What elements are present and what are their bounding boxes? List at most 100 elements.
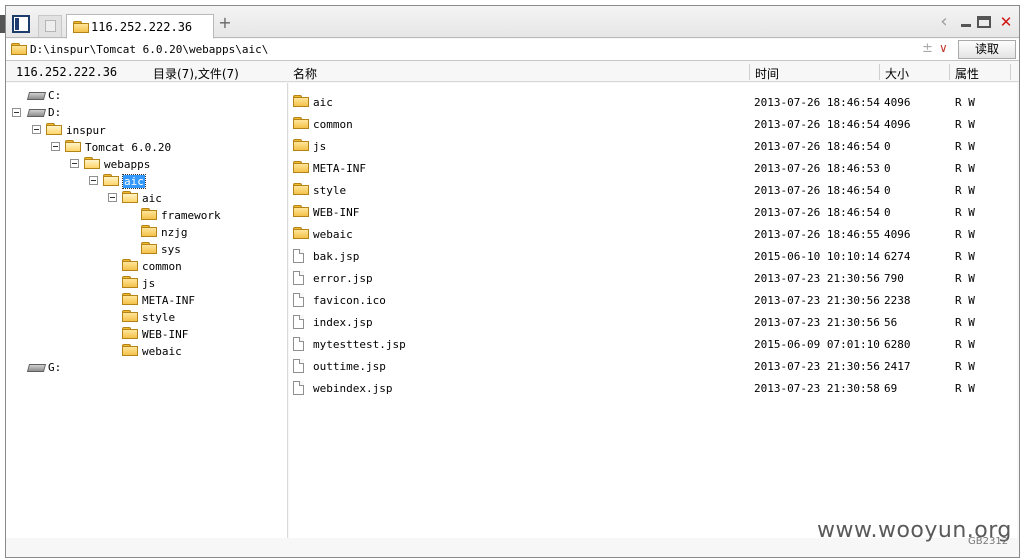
tree-label: inspur xyxy=(66,124,106,137)
tree-label: META-INF xyxy=(142,294,195,307)
inactive-tab[interactable] xyxy=(38,15,62,37)
file-time: 2013-07-23 21:30:56 xyxy=(754,360,880,373)
column-divider[interactable] xyxy=(749,64,750,80)
list-item[interactable]: error.jsp 2013-07-23 21:30:56 790 R W xyxy=(289,267,1017,289)
file-time: 2013-07-23 21:30:56 xyxy=(754,316,880,329)
file-icon xyxy=(293,271,304,285)
file-manager-window: 116.252.222.36 + ‹ ✕ D:\inspur\Tomcat 6.… xyxy=(5,5,1020,558)
file-size: 2238 xyxy=(884,294,911,307)
list-item[interactable]: mytesttest.jsp 2015-06-09 07:01:10 6280 … xyxy=(289,333,1017,355)
list-item[interactable]: js 2013-07-26 18:46:54 0 R W xyxy=(289,135,1017,157)
tree-label: Tomcat 6.0.20 xyxy=(85,141,172,154)
folder-icon xyxy=(46,123,62,135)
folder-icon xyxy=(122,310,138,322)
minimize-icon[interactable] xyxy=(958,14,974,30)
close-icon[interactable]: ✕ xyxy=(998,14,1014,30)
file-size: 0 xyxy=(884,206,891,219)
list-item[interactable]: bak.jsp 2015-06-10 10:10:14 6274 R W xyxy=(289,245,1017,267)
collapse-icon[interactable] xyxy=(108,193,117,202)
collapse-icon[interactable] xyxy=(12,108,21,117)
file-size: 69 xyxy=(884,382,898,395)
folder-icon xyxy=(293,117,309,129)
tree-label: nzjg xyxy=(161,226,188,239)
tab-bar: 116.252.222.36 + ‹ ✕ xyxy=(6,6,1019,39)
folder-icon xyxy=(141,242,157,254)
maximize-icon[interactable] xyxy=(977,16,991,28)
file-time: 2013-07-23 21:30:58 xyxy=(754,382,880,395)
tree-label: webaic xyxy=(142,345,182,358)
file-time: 2015-06-09 07:01:10 xyxy=(754,338,880,351)
plus-icon[interactable]: + xyxy=(218,15,232,31)
file-attr: R W xyxy=(955,316,975,329)
file-time: 2015-06-10 10:10:14 xyxy=(754,250,880,263)
file-name: aic xyxy=(313,96,333,109)
list-item[interactable]: webindex.jsp 2013-07-23 21:30:58 69 R W xyxy=(289,377,1017,399)
file-time: 2013-07-26 18:46:54 xyxy=(754,206,880,219)
file-name: mytesttest.jsp xyxy=(313,338,406,351)
file-attr: R W xyxy=(955,250,975,263)
tree-label: G: xyxy=(48,361,62,374)
list-item[interactable]: index.jsp 2013-07-23 21:30:56 56 R W xyxy=(289,311,1017,333)
panel-toggle-icon[interactable] xyxy=(12,15,30,33)
path-bar: D:\inspur\Tomcat 6.0.20\webapps\aic\ ± ∨… xyxy=(6,39,1019,61)
collapse-icon[interactable] xyxy=(89,176,98,185)
column-attr[interactable]: 属性 xyxy=(955,65,979,82)
file-time: 2013-07-23 21:30:56 xyxy=(754,294,880,307)
file-size: 0 xyxy=(884,162,891,175)
directory-tree: C: D: inspur Tomcat 6.0.20 webapps aic a… xyxy=(6,83,288,538)
column-name[interactable]: 名称 xyxy=(293,65,317,82)
file-attr: R W xyxy=(955,206,975,219)
list-item[interactable]: common 2013-07-26 18:46:54 4096 R W xyxy=(289,113,1017,135)
read-button[interactable]: 读取 xyxy=(958,40,1016,59)
folder-icon xyxy=(293,161,309,173)
list-item[interactable]: style 2013-07-26 18:46:54 0 R W xyxy=(289,179,1017,201)
file-size: 0 xyxy=(884,140,891,153)
list-item[interactable]: META-INF 2013-07-26 18:46:53 0 R W xyxy=(289,157,1017,179)
list-item[interactable]: favicon.ico 2013-07-23 21:30:56 2238 R W xyxy=(289,289,1017,311)
file-size: 0 xyxy=(884,184,891,197)
folder-icon xyxy=(122,259,138,271)
file-icon xyxy=(293,293,304,307)
file-time: 2013-07-23 21:30:56 xyxy=(754,272,880,285)
file-attr: R W xyxy=(955,382,975,395)
file-attr: R W xyxy=(955,360,975,373)
tree-label: common xyxy=(142,260,182,273)
folder-icon xyxy=(122,293,138,305)
file-size: 4096 xyxy=(884,96,911,109)
column-time[interactable]: 时间 xyxy=(755,65,779,82)
tab-active[interactable]: 116.252.222.36 xyxy=(66,14,214,39)
list-item[interactable]: outtime.jsp 2013-07-23 21:30:56 2417 R W xyxy=(289,355,1017,377)
file-attr: R W xyxy=(955,272,975,285)
list-item[interactable]: WEB-INF 2013-07-26 18:46:54 0 R W xyxy=(289,201,1017,223)
folder-icon xyxy=(122,344,138,356)
collapse-icon[interactable] xyxy=(32,125,41,134)
plus-minus-icon[interactable]: ± xyxy=(922,41,933,56)
file-time: 2013-07-26 18:46:53 xyxy=(754,162,880,175)
file-icon xyxy=(293,315,304,329)
column-divider[interactable] xyxy=(949,64,950,80)
file-attr: R W xyxy=(955,96,975,109)
list-item[interactable]: aic 2013-07-26 18:46:54 4096 R W xyxy=(289,91,1017,113)
file-icon xyxy=(293,249,304,263)
column-divider[interactable] xyxy=(879,64,880,80)
folder-icon xyxy=(293,139,309,151)
file-name: style xyxy=(313,184,347,197)
collapse-icon[interactable] xyxy=(51,142,60,151)
file-time: 2013-07-26 18:46:54 xyxy=(754,96,880,109)
back-icon[interactable]: ‹ xyxy=(936,13,952,31)
file-attr: R W xyxy=(955,184,975,197)
folder-icon xyxy=(73,21,89,33)
file-time: 2013-07-26 18:46:55 xyxy=(754,228,880,241)
column-divider[interactable] xyxy=(1010,64,1011,80)
column-size[interactable]: 大小 xyxy=(885,65,909,82)
file-size: 56 xyxy=(884,316,898,329)
collapse-icon[interactable] xyxy=(70,159,79,168)
host-label: 116.252.222.36 xyxy=(16,65,118,79)
list-item[interactable]: webaic 2013-07-26 18:46:55 4096 R W xyxy=(289,223,1017,245)
dropdown-icon[interactable]: ∨ xyxy=(939,41,948,55)
folder-icon xyxy=(84,157,100,169)
tree-label: style xyxy=(142,311,176,324)
path-input[interactable]: D:\inspur\Tomcat 6.0.20\webapps\aic\ xyxy=(30,43,268,56)
file-icon xyxy=(293,337,304,351)
file-size: 6274 xyxy=(884,250,911,263)
